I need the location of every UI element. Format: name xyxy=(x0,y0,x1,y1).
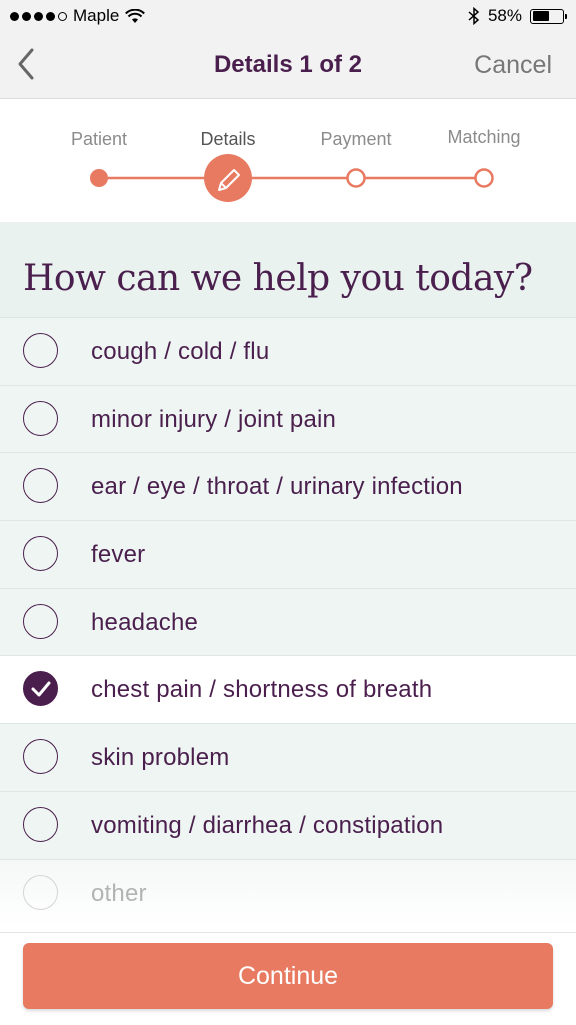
continue-button[interactable]: Continue xyxy=(23,943,553,1009)
radio-button[interactable] xyxy=(23,739,58,775)
bluetooth-icon xyxy=(468,7,480,25)
option-label: vomiting / diarrhea / constipation xyxy=(91,811,444,839)
option-label: minor injury / joint pain xyxy=(91,405,337,433)
option-label: chest pain / shortness of breath xyxy=(91,676,433,704)
option-row[interactable]: chest pain / shortness of breath xyxy=(0,655,576,724)
option-row[interactable]: minor injury / joint pain xyxy=(0,384,576,453)
option-label: cough / cold / flu xyxy=(91,338,270,365)
option-row[interactable]: vomiting / diarrhea / constipation xyxy=(0,790,576,859)
option-row[interactable]: cough / cold / flu xyxy=(0,317,576,385)
navigation-bar: Details 1 of 2 Cancel xyxy=(0,32,576,99)
options-list: cough / cold / flu minor injury / joint p… xyxy=(0,317,576,927)
pencil-icon xyxy=(204,154,252,202)
radio-button[interactable] xyxy=(23,806,58,842)
radio-button[interactable] xyxy=(23,468,58,504)
question-header: How can we help you today? xyxy=(0,222,576,317)
wifi-icon xyxy=(125,8,146,23)
step-payment-dot xyxy=(346,168,366,188)
signal-strength-icon xyxy=(10,11,67,21)
option-row[interactable]: other xyxy=(0,858,576,927)
battery-percent: 58% xyxy=(487,6,522,25)
cancel-button[interactable]: Cancel xyxy=(474,51,552,80)
option-row[interactable]: ear / eye / throat / urinary infection xyxy=(0,452,576,521)
option-label: other xyxy=(91,879,147,907)
option-row[interactable]: fever xyxy=(0,520,576,588)
option-label: fever xyxy=(91,541,146,569)
battery-icon xyxy=(530,8,567,24)
radio-button[interactable] xyxy=(23,333,58,368)
radio-checked-icon[interactable] xyxy=(23,671,58,707)
option-label: headache xyxy=(91,608,199,636)
option-row[interactable]: headache xyxy=(0,587,576,656)
footer: Continue xyxy=(0,932,576,1025)
carrier-name: Maple xyxy=(73,6,120,25)
question-title: How can we help you today? xyxy=(23,258,533,299)
progress-stepper: Patient Details Payment Matching xyxy=(0,100,576,222)
radio-button[interactable] xyxy=(23,400,58,436)
option-row[interactable]: skin problem xyxy=(0,723,576,791)
status-bar: Maple 58% xyxy=(0,0,576,32)
option-label: skin problem xyxy=(91,744,230,772)
step-matching-dot xyxy=(474,168,494,188)
radio-button[interactable] xyxy=(23,536,58,572)
option-label: ear / eye / throat / urinary infection xyxy=(91,473,463,501)
radio-button[interactable] xyxy=(23,603,58,639)
step-done-dot xyxy=(90,169,108,187)
radio-button[interactable] xyxy=(23,874,58,910)
